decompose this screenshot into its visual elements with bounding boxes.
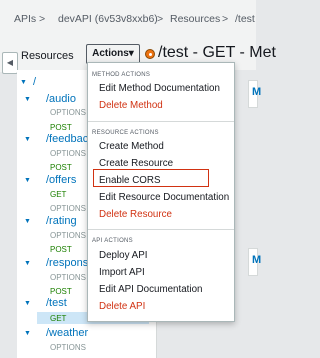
menu-delete-api[interactable]: Delete API — [99, 301, 145, 312]
breadcrumb-separator: > — [157, 13, 164, 25]
expand-caret-icon[interactable]: ▼ — [24, 177, 31, 184]
tree-item-rating[interactable]: /rating — [46, 215, 77, 227]
method-options[interactable]: OPTIONS — [50, 273, 86, 282]
method-title: /test - GET - Met — [158, 44, 276, 61]
collapse-panel-icon[interactable]: ◀ — [2, 52, 18, 74]
method-post[interactable]: POST — [50, 163, 72, 172]
tree-item-response[interactable]: /respons — [46, 257, 88, 269]
method-get[interactable]: GET — [50, 190, 66, 199]
menu-enable-cors[interactable]: Enable CORS — [99, 175, 161, 186]
tree-item-audio[interactable]: /audio — [46, 93, 76, 105]
method-options[interactable]: OPTIONS — [50, 108, 86, 117]
expand-caret-icon[interactable]: ▼ — [24, 300, 31, 307]
menu-create-resource[interactable]: Create Resource — [99, 158, 173, 169]
tree-item-feedback[interactable]: /feedbac — [46, 133, 88, 145]
expand-caret-icon[interactable]: ▼ — [24, 136, 31, 143]
method-options[interactable]: OPTIONS — [50, 204, 86, 213]
expand-caret-icon[interactable]: ▼ — [24, 96, 31, 103]
method-card-label: M — [252, 86, 262, 98]
menu-edit-resource-documentation[interactable]: Edit Resource Documentation — [99, 192, 229, 203]
expand-caret-icon[interactable]: ▼ — [24, 218, 31, 225]
menu-divider — [88, 229, 234, 230]
expand-caret-icon[interactable]: ▼ — [24, 260, 31, 267]
breadcrumb-apis[interactable]: APIs — [14, 13, 36, 25]
method-options[interactable]: OPTIONS — [50, 343, 86, 352]
tree-item-root[interactable]: / — [33, 76, 36, 88]
method-post[interactable]: POST — [50, 287, 72, 296]
method-post[interactable]: POST — [50, 245, 72, 254]
expand-caret-icon[interactable]: ▼ — [24, 330, 31, 337]
menu-edit-api-documentation[interactable]: Edit API Documentation — [99, 284, 202, 295]
breadcrumb-api-name[interactable]: devAPI (6v53v8xxb6) — [58, 13, 158, 25]
menu-create-method[interactable]: Create Method — [99, 141, 164, 152]
menu-import-api[interactable]: Import API — [99, 267, 145, 278]
resources-title: Resources — [21, 50, 74, 62]
breadcrumb: APIs > devAPI (6v53v8xxb6) > Resources >… — [0, 0, 256, 41]
menu-edit-method-documentation[interactable]: Edit Method Documentation — [99, 83, 220, 94]
tree-item-test[interactable]: /test — [46, 297, 67, 309]
method-get-selected[interactable]: GET — [50, 314, 66, 323]
section-api-actions: API ACTIONS — [92, 238, 133, 244]
section-resource-actions: RESOURCE ACTIONS — [92, 130, 159, 136]
breadcrumb-resources[interactable]: Resources — [170, 13, 220, 25]
breadcrumb-tail: /test — [235, 13, 255, 25]
tree-item-offers[interactable]: /offers — [46, 174, 76, 186]
actions-dropdown-menu: METHOD ACTIONS Edit Method Documentation… — [87, 62, 235, 322]
menu-delete-resource[interactable]: Delete Resource — [99, 209, 172, 220]
method-post[interactable]: POST — [50, 123, 72, 132]
menu-delete-method[interactable]: Delete Method — [99, 100, 163, 111]
breadcrumb-separator: > — [222, 13, 229, 25]
tree-item-weather[interactable]: /weather — [46, 327, 88, 339]
expand-caret-icon[interactable]: ▼ — [20, 79, 27, 86]
method-options[interactable]: OPTIONS — [50, 231, 86, 240]
method-options[interactable]: OPTIONS — [50, 149, 86, 158]
menu-divider — [88, 121, 234, 122]
actions-button[interactable]: Actions▾ — [86, 44, 140, 64]
menu-deploy-api[interactable]: Deploy API — [99, 250, 147, 261]
breadcrumb-separator: > — [39, 13, 46, 25]
section-method-actions: METHOD ACTIONS — [92, 72, 151, 78]
method-card-label: M — [252, 254, 262, 266]
settings-gear-icon[interactable] — [145, 49, 155, 59]
